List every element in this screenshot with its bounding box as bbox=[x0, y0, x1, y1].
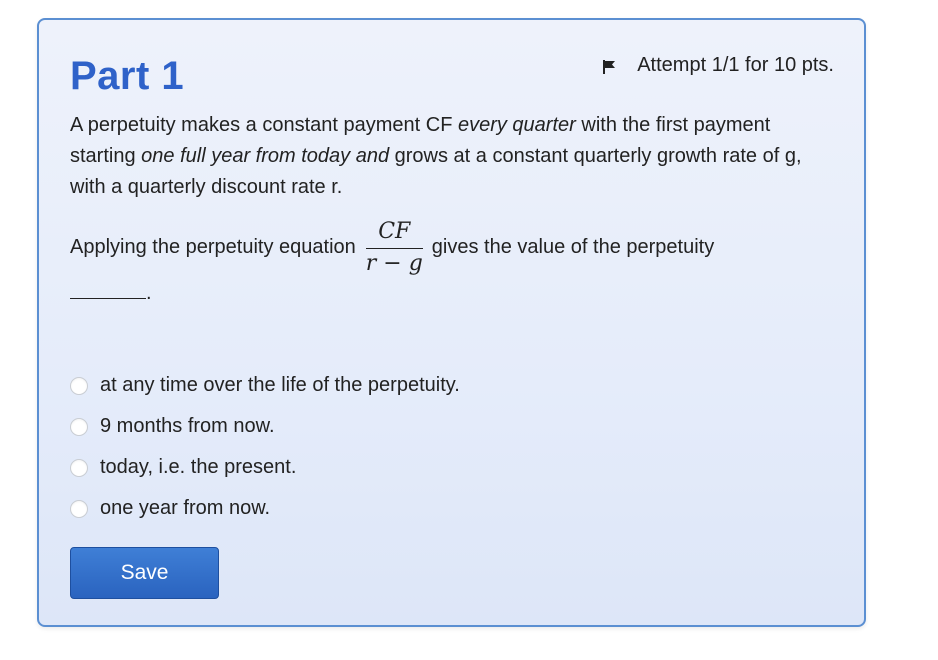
option-label: today, i.e. the present. bbox=[100, 456, 297, 478]
blank-period: . bbox=[146, 282, 152, 304]
option-one-year[interactable]: one year from now. bbox=[70, 488, 460, 529]
option-today[interactable]: today, i.e. the present. bbox=[70, 447, 460, 488]
question-card: Part 1 Attempt 1/1 for 10 pts. A perpetu… bbox=[37, 18, 866, 627]
radio-unchecked-icon[interactable] bbox=[70, 458, 88, 477]
attempt-text: Attempt 1/1 for 10 pts. bbox=[637, 54, 834, 76]
option-9-months[interactable]: 9 months from now. bbox=[70, 406, 460, 447]
formula-prefix: Applying the perpetuity equation bbox=[70, 235, 356, 258]
part-title: Part 1 bbox=[70, 54, 185, 98]
formula-denominator: r − g bbox=[365, 250, 423, 276]
answer-blank: . bbox=[70, 282, 152, 305]
formula-suffix: gives the value of the perpetuity bbox=[431, 235, 715, 258]
save-button[interactable]: Save bbox=[70, 547, 219, 599]
attempt-info: Attempt 1/1 for 10 pts. bbox=[601, 54, 834, 77]
option-any-time[interactable]: at any time over the life of the perpetu… bbox=[70, 365, 460, 406]
blank-underline bbox=[70, 298, 146, 299]
formula-numerator: CF bbox=[378, 218, 411, 244]
option-label: 9 months from now. bbox=[100, 415, 275, 437]
radio-unchecked-icon[interactable] bbox=[70, 417, 88, 436]
question-text: A perpetuity makes a constant payment CF… bbox=[70, 110, 840, 203]
question-text-segment: A perpetuity makes a constant payment CF bbox=[70, 114, 458, 136]
answer-options: at any time over the life of the perpetu… bbox=[70, 365, 460, 529]
radio-unchecked-icon[interactable] bbox=[70, 376, 88, 395]
flag-icon[interactable] bbox=[601, 58, 617, 74]
perpetuity-formula: CF r − g bbox=[365, 218, 423, 276]
question-emphasis: one full year from today and bbox=[141, 145, 390, 167]
option-label: one year from now. bbox=[100, 497, 271, 519]
radio-unchecked-icon[interactable] bbox=[70, 499, 88, 518]
option-label: at any time over the life of the perpetu… bbox=[100, 374, 460, 396]
question-emphasis: every quarter bbox=[457, 114, 576, 136]
formula-line: Applying the perpetuity equation CF r − … bbox=[70, 216, 840, 278]
